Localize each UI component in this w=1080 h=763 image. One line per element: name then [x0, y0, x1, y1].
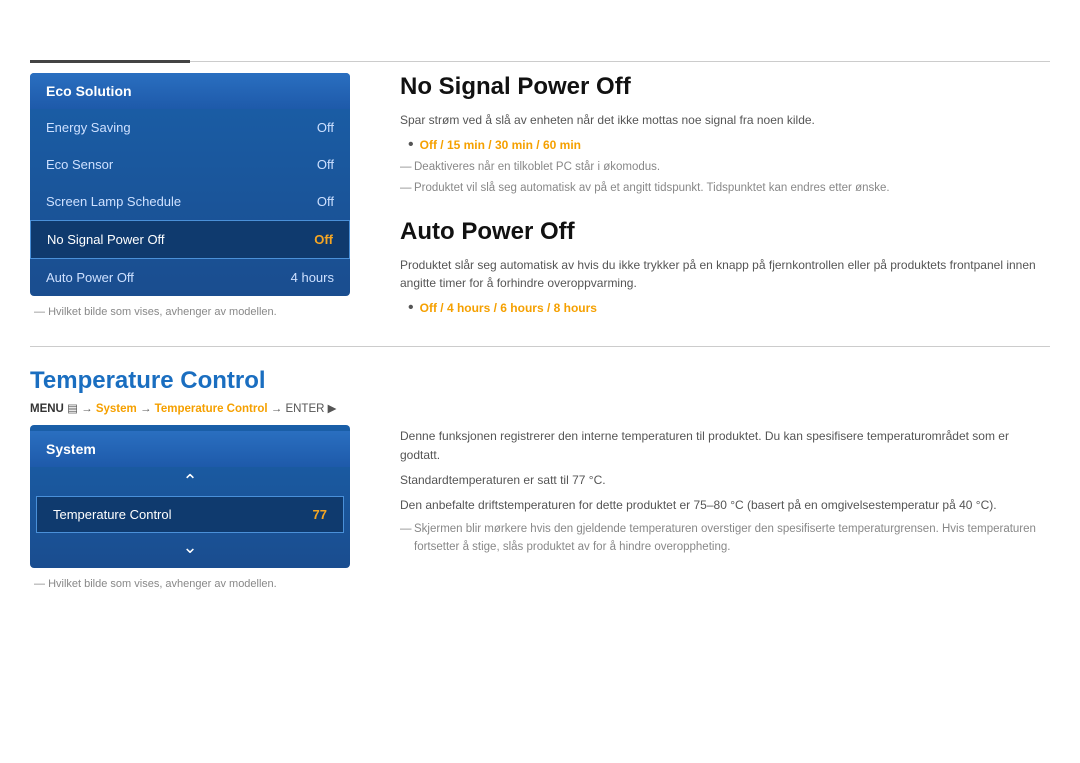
- no-signal-title: No Signal Power Off: [400, 73, 1050, 101]
- temp-control-label: Temperature Control: [53, 507, 172, 522]
- temp-desc-1: Denne funksjonen registrerer den interne…: [400, 427, 1050, 465]
- left-panel: Eco Solution Energy Saving Off Eco Senso…: [30, 73, 350, 336]
- no-signal-section: No Signal Power Off Spar strøm ved å slå…: [400, 73, 1050, 198]
- menu-item-value: Off: [317, 157, 334, 172]
- auto-power-title: Auto Power Off: [400, 218, 1050, 246]
- no-signal-options: Off / 15 min / 30 min / 60 min: [420, 138, 581, 152]
- temp-dash-note: Skjermen blir mørkere hvis den gjeldende…: [400, 521, 1050, 556]
- menu-item-label: No Signal Power Off: [47, 232, 165, 247]
- mid-divider: [30, 346, 1050, 347]
- eco-solution-header: Eco Solution: [30, 73, 350, 109]
- no-signal-desc: Spar strøm ved å slå av enheten når det …: [400, 111, 1050, 129]
- menu-item-screen-lamp[interactable]: Screen Lamp Schedule Off: [30, 183, 350, 220]
- temp-control-item[interactable]: Temperature Control 77: [36, 496, 344, 533]
- bullet-icon: •: [408, 300, 414, 316]
- menu-path-temp: Temperature Control: [155, 403, 268, 415]
- menu-item-energy-saving[interactable]: Energy Saving Off: [30, 109, 350, 146]
- menu-item-eco-sensor[interactable]: Eco Sensor Off: [30, 146, 350, 183]
- menu-item-value: Off: [317, 120, 334, 135]
- menu-path-arrow1: ▤ →: [67, 403, 96, 415]
- bottom-left: Temperature Control MENU ▤ → System → Te…: [30, 367, 350, 590]
- bullet-icon: •: [408, 137, 414, 153]
- top-divider: [30, 0, 1050, 63]
- menu-path-menu: MENU: [30, 403, 67, 415]
- temp-control-value: 77: [313, 507, 327, 522]
- auto-power-bullet: • Off / 4 hours / 6 hours / 8 hours: [408, 300, 1050, 316]
- bottom-right: Denne funksjonen registrerer den interne…: [380, 367, 1050, 590]
- temp-section-title: Temperature Control: [30, 367, 350, 395]
- right-panel: No Signal Power Off Spar strøm ved å slå…: [380, 73, 1050, 336]
- eco-footnote: Hvilket bilde som vises, avhenger av mod…: [30, 306, 350, 318]
- temp-footnote: Hvilket bilde som vises, avhenger av mod…: [30, 578, 350, 590]
- system-menu: System ⌃ Temperature Control 77 ⌄: [30, 425, 350, 568]
- menu-item-no-signal[interactable]: No Signal Power Off Off: [30, 220, 350, 259]
- arrow-down-button[interactable]: ⌄: [30, 533, 350, 562]
- menu-path-enter-icon: ▶: [328, 403, 337, 415]
- menu-item-label: Energy Saving: [46, 120, 131, 135]
- main-content: Eco Solution Energy Saving Off Eco Senso…: [0, 73, 1080, 336]
- menu-path-arrow2: →: [140, 403, 155, 415]
- menu-item-auto-power[interactable]: Auto Power Off 4 hours: [30, 259, 350, 296]
- menu-item-label: Eco Sensor: [46, 157, 113, 172]
- menu-item-label: Auto Power Off: [46, 270, 134, 285]
- temp-desc-3: Den anbefalte driftstemperaturen for det…: [400, 496, 1050, 515]
- auto-power-desc: Produktet slår seg automatisk av hvis du…: [400, 256, 1050, 292]
- menu-item-label: Screen Lamp Schedule: [46, 194, 181, 209]
- menu-path-arrow3: → ENTER: [271, 403, 328, 415]
- temp-desc-2: Standardtemperaturen er satt til 77 °C.: [400, 471, 1050, 490]
- menu-path-system: System: [96, 403, 137, 415]
- system-header: System: [30, 431, 350, 467]
- menu-path: MENU ▤ → System → Temperature Control → …: [30, 401, 350, 415]
- divider-dark: [30, 60, 190, 63]
- menu-item-value-active: Off: [314, 232, 333, 247]
- menu-item-value: Off: [317, 194, 334, 209]
- no-signal-bullet: • Off / 15 min / 30 min / 60 min: [408, 137, 1050, 153]
- no-signal-note-2: Produktet vil slå seg automatisk av på e…: [400, 180, 1050, 197]
- bottom-content: Temperature Control MENU ▤ → System → Te…: [0, 367, 1080, 590]
- page-container: Eco Solution Energy Saving Off Eco Senso…: [0, 0, 1080, 763]
- menu-item-value: 4 hours: [291, 270, 334, 285]
- eco-solution-menu: Eco Solution Energy Saving Off Eco Senso…: [30, 73, 350, 296]
- no-signal-note-1: Deaktiveres når en tilkoblet PC står i ø…: [400, 159, 1050, 176]
- auto-power-options: Off / 4 hours / 6 hours / 8 hours: [420, 301, 597, 315]
- divider-light: [190, 61, 1050, 62]
- auto-power-section: Auto Power Off Produktet slår seg automa…: [400, 218, 1050, 316]
- arrow-up-button[interactable]: ⌃: [30, 467, 350, 496]
